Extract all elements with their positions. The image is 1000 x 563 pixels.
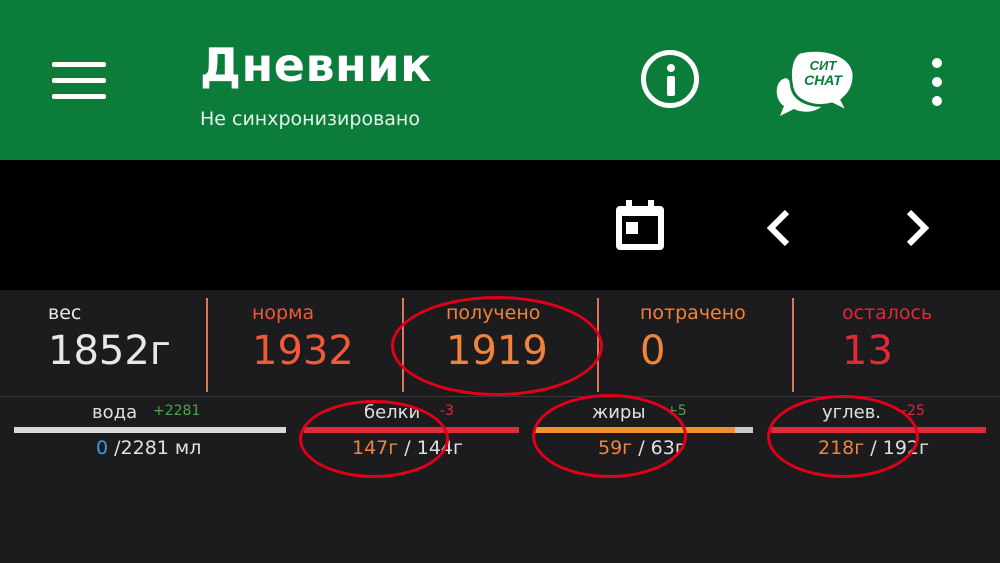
stat-received: получено 1919 (446, 298, 586, 392)
stat-label: норма (252, 302, 315, 324)
stat-value: 1932 (252, 328, 354, 374)
stat-label: получено (446, 302, 541, 324)
progress-bar-protein (304, 427, 519, 433)
progress-bar-water (14, 427, 286, 433)
chat-badge-line1: СИТ (810, 58, 838, 73)
macro-delta-protein: -3 (440, 403, 454, 419)
macro-amount-carbs: 218г / 192г (818, 437, 929, 459)
hamburger-menu-icon[interactable] (52, 62, 106, 100)
macro-name-protein: белки (364, 402, 421, 423)
stat-value: 1852г (48, 328, 171, 374)
macro-name-fat: жиры (592, 402, 646, 423)
stat-label: потрачено (640, 302, 746, 324)
app-bar: Дневник Не синхронизировано СИТ CHAT (0, 0, 1000, 160)
macro-delta-carbs: -25 (902, 403, 925, 419)
progress-bar-carbs (771, 427, 986, 433)
sync-status: Не синхронизировано (200, 108, 420, 130)
more-options-icon[interactable] (930, 58, 944, 106)
macro-amount-fat: 59г / 63г (598, 437, 685, 459)
macro-name-water: вода (92, 402, 138, 423)
stat-value: 1919 (446, 328, 548, 374)
progress-fill-protein (304, 427, 519, 433)
macro-target: / 63г (638, 437, 685, 459)
macro-delta-water: +2281 (153, 403, 201, 419)
macro-amount-protein: 147г / 144г (352, 437, 463, 459)
divider (402, 298, 404, 392)
progress-fill-carbs (771, 427, 986, 433)
stat-spent: потрачено 0 (640, 298, 780, 392)
stat-norm: норма 1932 (252, 298, 392, 392)
calendar-icon[interactable] (614, 200, 666, 252)
stat-value: 0 (640, 328, 666, 374)
macro-delta-fat: +5 (666, 403, 687, 419)
macro-target: / 192г (870, 437, 929, 459)
chat-icon[interactable]: СИТ CHAT (770, 48, 860, 120)
divider (792, 298, 794, 392)
progress-fill-water (14, 427, 286, 433)
stat-label: вес (48, 302, 82, 324)
macro-consumed: 59г (598, 437, 633, 459)
progress-bar-fat (534, 427, 753, 433)
chevron-right-icon[interactable] (903, 208, 931, 248)
chevron-left-icon[interactable] (765, 208, 793, 248)
macro-name-carbs: углев. (822, 402, 882, 423)
page-title: Дневник (200, 38, 432, 92)
divider (0, 396, 1000, 397)
macro-target: /2281 мл (114, 437, 202, 459)
macro-consumed: 218г (818, 437, 865, 459)
divider (597, 298, 599, 392)
progress-fill-fat (534, 427, 736, 433)
stat-weight: вес 1852г (48, 298, 198, 392)
date-toolbar (0, 160, 1000, 290)
stat-value: 13 (842, 328, 893, 374)
macro-target: / 144г (404, 437, 463, 459)
info-icon[interactable] (641, 50, 699, 108)
macro-amount-water: 0 /2281 мл (96, 437, 201, 459)
macro-consumed: 147г (352, 437, 399, 459)
stat-remaining: осталось 13 (842, 298, 982, 392)
macro-consumed: 0 (96, 437, 109, 459)
chat-badge-line2: CHAT (804, 72, 843, 88)
divider (206, 298, 208, 392)
stat-label: осталось (842, 302, 933, 324)
